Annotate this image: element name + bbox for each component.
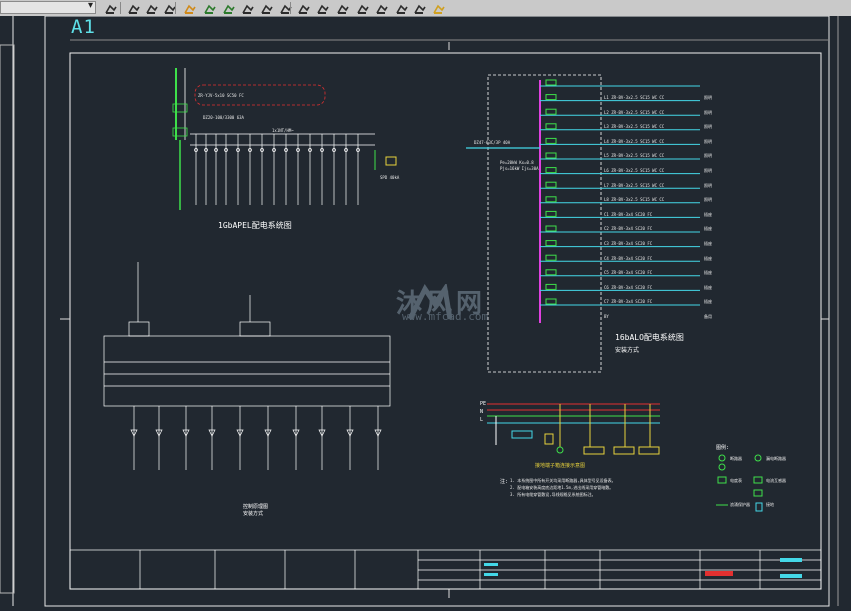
control-diagram-subtitle: 安装方式: [243, 511, 264, 517]
legend-item-3: 电度表: [730, 478, 742, 483]
circuit-spec: L7 ZR-BV-3x2.5 SC15 WC CC: [604, 182, 665, 188]
circuit-load: 插座: [704, 241, 712, 246]
bus-diagram-note: 接地端子箱连接示意图: [535, 463, 586, 469]
draw-icon[interactable]: [104, 1, 118, 14]
notes-heading: 注:: [500, 479, 509, 485]
circuit-load: 照明: [704, 138, 712, 144]
layer-delete-icon[interactable]: [336, 1, 350, 14]
lighting-incoming-breaker: DZ47-63C/3P 40A: [474, 140, 511, 145]
note-line-2: 2. 配电箱安装高度底边距地1.5m,进出线采用穿管暗敷。: [510, 485, 614, 490]
circuit-load: 插座: [704, 226, 712, 232]
circuit-load: 照明: [704, 109, 712, 115]
layer-off-icon[interactable]: [241, 1, 255, 14]
layer-iso-icon[interactable]: [222, 1, 236, 14]
layer-state-icon[interactable]: [145, 1, 159, 14]
layer-unisolate-icon[interactable]: [356, 1, 370, 14]
circuit-spec: C1 ZR-BV-3x4 SC20 FC: [604, 211, 653, 217]
pe-surge-label: SPD 40kA: [380, 175, 400, 180]
layer-prev-icon[interactable]: [203, 1, 217, 14]
toolbar-separator: [175, 2, 176, 14]
pe-cable-spec: ZR-YJV-5x10 SC50 FC: [198, 93, 244, 98]
sheet-size-label: A1: [71, 16, 96, 38]
layer-thaw-icon[interactable]: [395, 1, 409, 14]
circuit-load: 照明: [704, 124, 712, 130]
bus-label-pe: PE: [480, 401, 487, 407]
circuit-load: 照明: [704, 153, 712, 159]
watermark-url: www.mfcad.com: [402, 310, 489, 323]
circuit-load: 插座: [704, 270, 712, 276]
layer-merge-icon[interactable]: [316, 1, 330, 14]
lock-icon[interactable]: [432, 1, 446, 14]
legend-item-5: 浪涌保护器: [730, 502, 750, 507]
toolbar: ▾: [0, 0, 851, 17]
bus-label-n: N: [480, 409, 484, 415]
pe-enclosure-spec: 1x1NT/HM~: [272, 128, 294, 133]
layer-unlock-icon[interactable]: [413, 1, 427, 14]
legend-item-4: 电流互感器: [766, 478, 786, 483]
circuit-load: 备用: [704, 314, 712, 319]
layer-walk-icon[interactable]: [297, 1, 311, 14]
pe-panel-title: 1GbAPEL配电系统图: [218, 221, 292, 230]
circuit-load: 照明: [704, 168, 712, 173]
toolbar-separator: [120, 2, 121, 14]
circuit-spec: C6 ZR-BV-3x4 SC20 FC: [604, 284, 653, 290]
circuit-spec: C4 ZR-BV-3x4 SC20 FC: [604, 255, 653, 261]
note-line-1: 1. 本系统图中所有开关均采用断路器,具体型号见设备表。: [510, 478, 616, 483]
layer-combo[interactable]: ▾: [0, 0, 96, 14]
legend-item-1: 断路器: [730, 456, 742, 461]
lighting-panel-title: 16bALO配电系统图: [615, 333, 684, 342]
match-icon[interactable]: [183, 1, 197, 14]
circuit-spec: L8 ZR-BV-3x2.5 SC15 WC CC: [604, 197, 665, 203]
circuit-spec: C3 ZR-BV-3x4 SC20 FC: [604, 241, 653, 246]
circuit-load: 照明: [704, 95, 712, 100]
legend-heading: 图例:: [716, 445, 730, 451]
circuit-spec: C2 ZR-BV-3x4 SC20 FC: [604, 226, 653, 232]
legend-item-6: 接地: [766, 502, 774, 507]
circuit-spec: L6 ZR-BV-3x2.5 SC15 WC CC: [604, 168, 665, 173]
bus-label-l: L: [480, 417, 484, 423]
layer-freeze-icon[interactable]: [260, 1, 274, 14]
circuit-spec: L2 ZR-BV-3x2.5 SC15 WC CC: [604, 109, 665, 115]
circuit-load: 插座: [704, 284, 712, 290]
note-line-3: 3. 所有电缆穿管敷设,导线规格见系统图标注。: [510, 492, 596, 497]
legend-item-2: 漏电断路器: [766, 456, 786, 461]
layer-on-icon[interactable]: [375, 1, 389, 14]
control-diagram-title: 控制原理图: [243, 504, 269, 510]
circuit-load: 插座: [704, 211, 712, 217]
lighting-panel-subtitle: 安装方式: [615, 347, 640, 354]
circuit-load: 插座: [704, 299, 712, 305]
chevron-down-icon[interactable]: ▾: [88, 0, 93, 11]
layer-icon[interactable]: [127, 1, 141, 14]
circuit-load: 照明: [704, 182, 712, 188]
circuit-load: 照明: [704, 197, 712, 203]
lighting-supply-spec: Pe=20kW Kx=0.8 Pjs=16kW Ijs=30A: [500, 160, 539, 171]
circuit-spec: C5 ZR-BV-3x4 SC20 FC: [604, 270, 653, 276]
circuit-spec: C7 ZR-BV-3x4 SC20 FC: [604, 299, 653, 305]
circuit-spec: BY: [604, 314, 609, 319]
toolbar-separator: [290, 2, 291, 14]
circuit-spec: L1 ZR-BV-3x2.5 SC15 WC CC: [604, 95, 665, 100]
circuit-spec: L4 ZR-BV-3x2.5 SC15 WC CC: [604, 138, 665, 144]
circuit-spec: L3 ZR-BV-3x2.5 SC15 WC CC: [604, 124, 665, 130]
circuit-spec: L5 ZR-BV-3x2.5 SC15 WC CC: [604, 153, 665, 159]
circuit-load: 插座: [704, 255, 712, 261]
pe-main-breaker: DZ20-100/3300 63A: [203, 115, 244, 120]
